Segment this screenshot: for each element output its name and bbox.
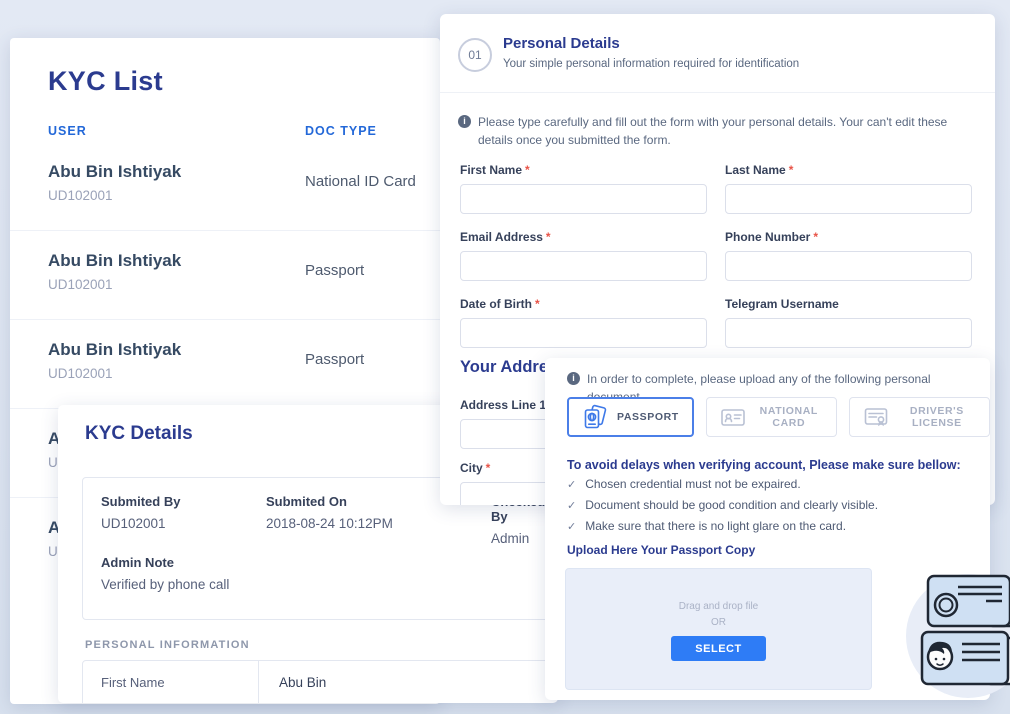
kyc-details-title: KYC Details: [85, 423, 193, 445]
last-name-input[interactable]: [725, 184, 972, 214]
dropzone[interactable]: Drag and drop file OR SELECT: [565, 568, 872, 690]
tip-item: ✓ Document should be good condition and …: [567, 498, 878, 512]
check-icon: ✓: [567, 478, 576, 491]
field-label: Last Name*: [725, 163, 972, 177]
user-id: UD102001: [48, 188, 113, 203]
submitted-by: Submited By UD102001: [101, 494, 180, 531]
last-name-field: Last Name*: [725, 163, 972, 214]
document-type-buttons: PASSPORT NATIONAL CARD: [567, 397, 990, 437]
passport-button[interactable]: PASSPORT: [567, 397, 694, 437]
kyc-list-row[interactable]: Abu Bin Ishtiyak UD102001 Passport: [10, 320, 440, 409]
doc-button-label: NATIONAL CARD: [755, 405, 823, 429]
kyc-list-column-headers: USER DOC TYPE: [48, 124, 418, 138]
personal-information-table: First Name Abu Bin: [82, 660, 558, 703]
doc-button-label: PASSPORT: [617, 411, 679, 423]
email-address-input[interactable]: [460, 251, 707, 281]
telegram-username-field: Telegram Username: [725, 297, 972, 348]
id-cards-illustration: [898, 560, 1010, 706]
kyc-list-title: KYC List: [48, 66, 163, 97]
required-asterisk: *: [535, 297, 540, 311]
dropzone-or: OR: [566, 617, 871, 628]
check-icon: ✓: [567, 520, 576, 533]
national-card-button[interactable]: NATIONAL CARD: [706, 397, 837, 437]
select-file-button[interactable]: SELECT: [671, 636, 766, 661]
personal-details-subtitle: Your simple personal information require…: [503, 58, 799, 70]
phone-number-input[interactable]: [725, 251, 972, 281]
column-header-user[interactable]: USER: [48, 124, 87, 138]
phone-number-field: Phone Number*: [725, 230, 972, 281]
required-asterisk: *: [486, 461, 491, 475]
info-row-label: First Name: [83, 661, 259, 703]
user-id: UD102001: [48, 277, 113, 292]
national-card-icon: [720, 404, 746, 430]
user-name: Abu Bin Ishtiyak: [48, 251, 181, 271]
check-icon: ✓: [567, 499, 576, 512]
drivers-license-button[interactable]: DRIVER'S LICENSE: [849, 397, 990, 437]
tip-item: ✓ Chosen credential must not be expaired…: [567, 477, 801, 491]
field-label: Phone Number*: [725, 230, 972, 244]
dropzone-hint: Drag and drop file: [566, 601, 871, 612]
submitted-on: Submited On 2018-08-24 10:12PM: [266, 494, 393, 531]
first-name-field: First Name*: [460, 163, 707, 214]
first-name-input[interactable]: [460, 184, 707, 214]
required-asterisk: *: [789, 163, 794, 177]
column-header-doc-type[interactable]: DOC TYPE: [305, 124, 377, 138]
telegram-username-input[interactable]: [725, 318, 972, 348]
info-icon: i: [458, 115, 471, 128]
doc-type-value: Passport: [305, 351, 364, 368]
info-icon: i: [567, 372, 580, 385]
personal-details-title: Personal Details: [503, 35, 620, 52]
date-of-birth-field: Date of Birth*: [460, 297, 707, 348]
step-number-badge: 01: [458, 38, 492, 72]
required-asterisk: *: [546, 230, 551, 244]
user-id: UD102001: [48, 366, 113, 381]
header-divider: [440, 92, 995, 93]
id-cards-illustration-svg: [898, 560, 1010, 706]
tips-title: To avoid delays when verifying account, …: [567, 458, 961, 472]
personal-information-section-title: PERSONAL INFORMATION: [85, 639, 250, 651]
drivers-license-icon: [863, 404, 889, 430]
field-label: Email Address*: [460, 230, 707, 244]
email-address-field: Email Address*: [460, 230, 707, 281]
field-label: Date of Birth*: [460, 297, 707, 311]
doc-type-value: National ID Card: [305, 173, 416, 190]
required-asterisk: *: [525, 163, 530, 177]
tip-item: ✓ Make sure that there is no light glare…: [567, 519, 846, 533]
doc-type-value: Passport: [305, 262, 364, 279]
admin-note: Admin Note Verified by phone call: [101, 555, 229, 592]
kyc-list-row[interactable]: Abu Bin Ishtiyak UD102001 Passport: [10, 231, 440, 320]
user-name: Abu Bin Ishtiyak: [48, 162, 181, 182]
doc-button-label: DRIVER'S LICENSE: [898, 405, 976, 429]
form-note: i Please type carefully and fill out the…: [458, 113, 972, 149]
date-of-birth-input[interactable]: [460, 318, 707, 348]
field-label: First Name*: [460, 163, 707, 177]
upload-here-label: Upload Here Your Passport Copy: [567, 543, 755, 557]
user-name: Abu Bin Ishtiyak: [48, 340, 181, 360]
info-row-value: Abu Bin: [279, 675, 326, 690]
kyc-list-row[interactable]: Abu Bin Ishtiyak UD102001 National ID Ca…: [10, 142, 440, 231]
required-asterisk: *: [813, 230, 818, 244]
form-note-text: Please type carefully and fill out the f…: [478, 113, 972, 149]
field-label: Telegram Username: [725, 297, 972, 311]
passport-icon: [582, 404, 608, 430]
